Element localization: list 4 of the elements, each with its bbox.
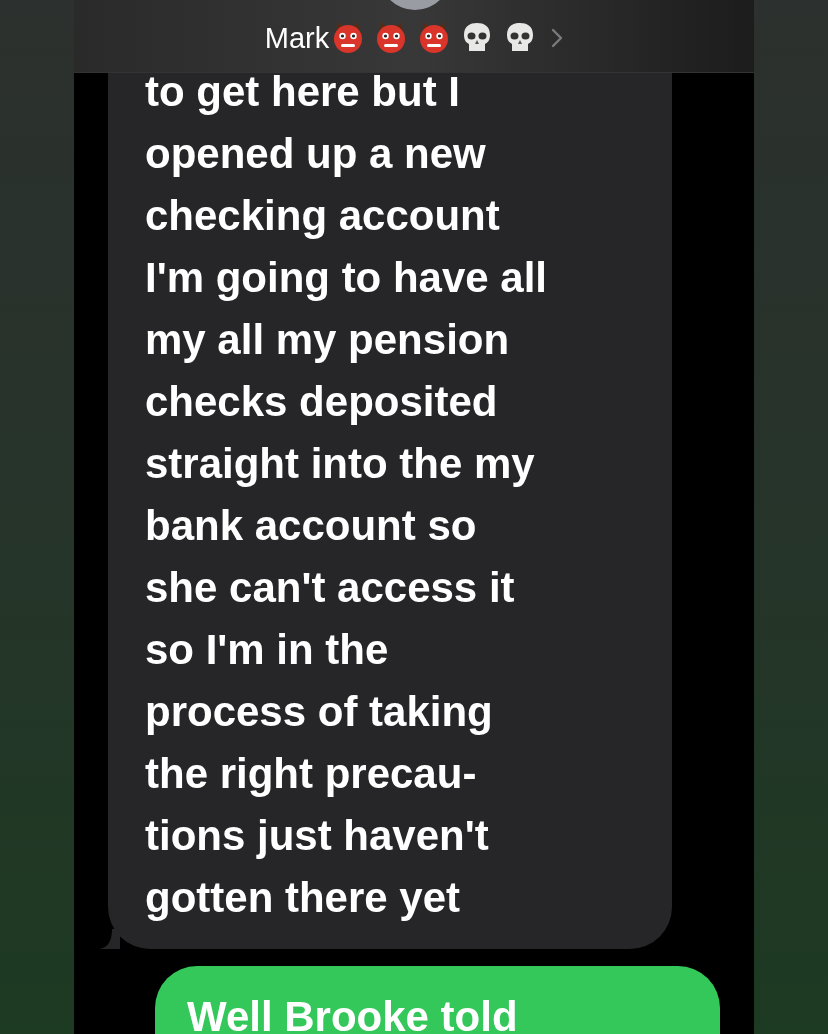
chevron-icon[interactable]	[551, 28, 564, 48]
message-text: Well Brooke told	[187, 992, 519, 1034]
message-text: to get here but I opened up a new checking account I'm going to have all my all my pension checks deposited straight into the my bank account so she can't access it so I'm in the process of taking the right precau- tions just haven't gotten there yet	[145, 67, 549, 923]
contact-name[interactable]: Mark	[264, 21, 330, 55]
